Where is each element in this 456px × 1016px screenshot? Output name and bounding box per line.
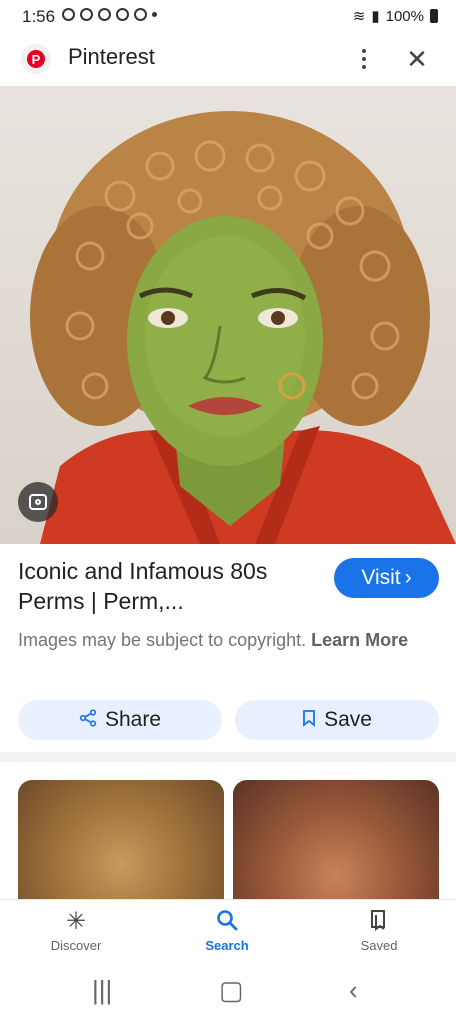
nav-saved[interactable]: Saved	[324, 908, 434, 953]
status-right: ≋ ▮ 100%	[353, 7, 438, 25]
close-button[interactable]: ✕	[402, 44, 432, 74]
save-button[interactable]: Save	[235, 700, 439, 740]
notification-icon	[98, 8, 111, 21]
portrait-illustration	[30, 111, 456, 544]
bookmark-icon	[302, 709, 316, 732]
signal-icon: ▮	[371, 8, 380, 25]
battery-percent: 100%	[385, 7, 424, 25]
notification-icon	[134, 8, 147, 21]
recent-apps-button[interactable]: |||	[92, 975, 112, 1006]
share-icon	[79, 708, 97, 732]
status-time: 1:56	[22, 7, 56, 26]
visit-label: Visit	[361, 566, 401, 589]
result-title[interactable]: Iconic and Infamous 80s Perms | Perm,...	[18, 556, 318, 616]
asterisk-icon: ✳	[65, 908, 87, 935]
pinterest-logo-letter: P	[27, 50, 45, 68]
system-navigation: ||| ▢ ‹	[0, 963, 456, 1016]
pinterest-logo-icon: P	[21, 44, 51, 74]
nav-label: Search	[205, 938, 249, 953]
notification-icon	[62, 8, 75, 21]
chevron-right-icon: ›	[404, 566, 412, 589]
copyright-notice: Images may be subject to copyright. Lear…	[18, 627, 428, 654]
bottom-navigation: ✳ Discover Search Saved	[0, 899, 456, 964]
home-button[interactable]: ▢	[219, 975, 244, 1006]
related-image[interactable]	[18, 780, 224, 900]
section-divider	[0, 752, 456, 762]
app-header: P Pinterest ✕	[0, 34, 456, 84]
nav-discover[interactable]: ✳ Discover	[21, 908, 131, 953]
page-title: Pinterest	[68, 44, 155, 69]
bookmark-icon	[324, 908, 434, 936]
visit-button[interactable]: Visit ›	[334, 558, 439, 598]
search-icon	[172, 908, 282, 936]
learn-more-link[interactable]: Learn More	[311, 630, 408, 650]
google-lens-button[interactable]	[18, 482, 58, 522]
lens-icon	[29, 494, 47, 510]
result-image[interactable]	[0, 86, 456, 544]
share-button[interactable]: Share	[18, 700, 222, 740]
save-label: Save	[324, 708, 372, 731]
more-notifications-icon	[152, 12, 157, 17]
nav-label: Discover	[50, 938, 102, 953]
more-options-button[interactable]	[352, 44, 376, 74]
wifi-icon: ≋	[352, 8, 366, 25]
notification-icons	[62, 8, 157, 21]
back-button[interactable]: ‹	[349, 975, 358, 1006]
status-bar: 1:56 ≋ ▮ 100%	[0, 0, 456, 34]
share-label: Share	[104, 708, 162, 731]
notification-icon	[116, 8, 129, 21]
related-image[interactable]	[233, 780, 439, 900]
nav-label: Saved	[360, 938, 398, 953]
notification-icon	[80, 8, 93, 21]
nav-search[interactable]: Search	[172, 908, 282, 953]
copyright-text: Images may be subject to copyright.	[18, 630, 307, 650]
battery-icon	[430, 9, 438, 23]
